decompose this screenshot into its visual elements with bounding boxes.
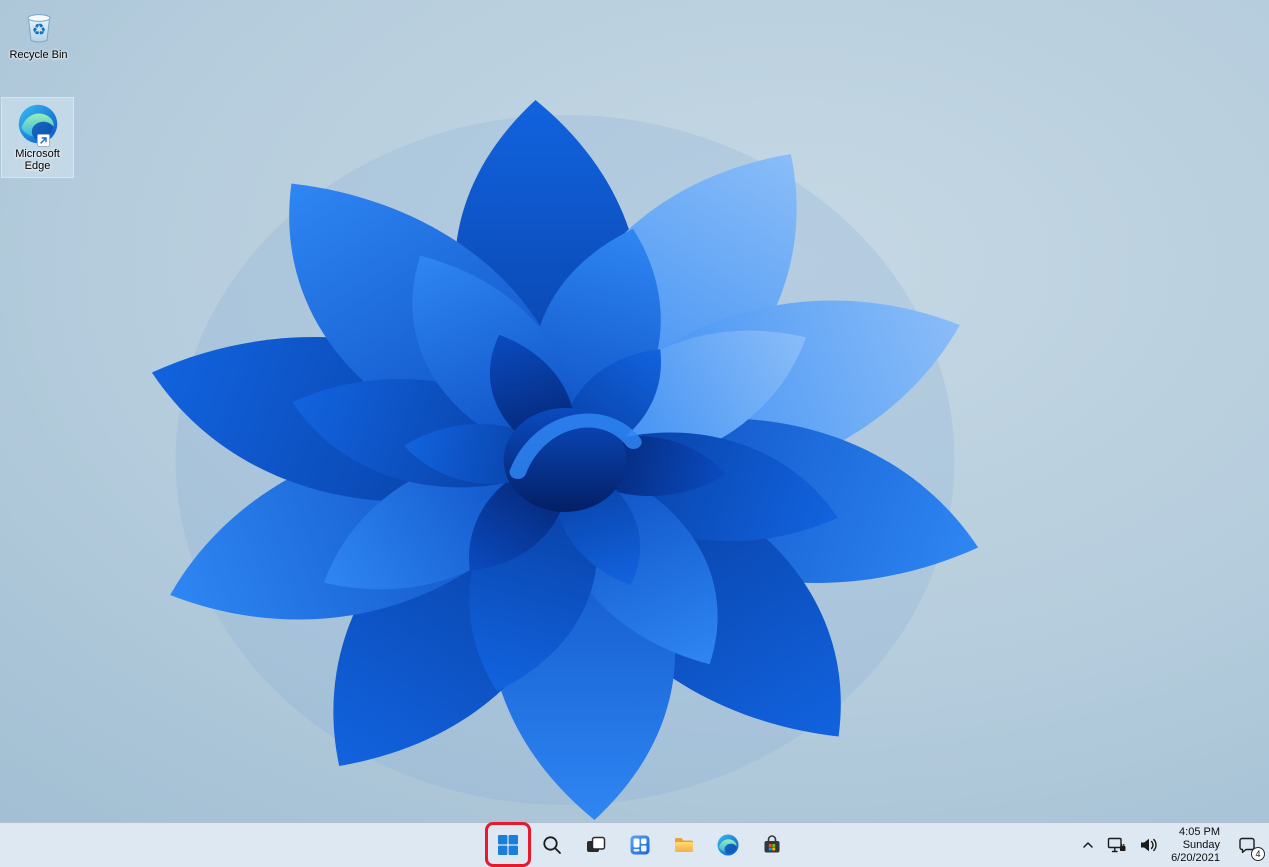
store-button[interactable]: [752, 825, 792, 865]
network-button[interactable]: [1102, 825, 1132, 865]
desktop-icon-label: Microsoft Edge: [15, 148, 60, 172]
svg-text:♻: ♻: [31, 22, 45, 39]
recycle-bin-icon: ♻: [27, 14, 50, 43]
notification-center-button[interactable]: 4: [1228, 825, 1266, 865]
desktop-icon-microsoft-edge[interactable]: Microsoft Edge: [1, 97, 74, 178]
chevron-up-icon: [1083, 842, 1093, 848]
edge-button[interactable]: [708, 825, 748, 865]
edge-shortcut-art: [1, 102, 74, 147]
search-icon: [543, 836, 561, 854]
widgets-button[interactable]: [620, 825, 660, 865]
volume-button[interactable]: [1133, 825, 1163, 865]
desktop-surface[interactable]: ♻ Recycle Bin Microsoft Edge: [0, 0, 1269, 823]
hidden-icons-chevron-button[interactable]: [1075, 825, 1101, 865]
store-icon: [764, 835, 780, 853]
clock-date: 6/20/2021: [1171, 851, 1220, 864]
clock-time: 4:05 PM: [1179, 825, 1220, 838]
system-tray: 4:05 PM Sunday 6/20/2021 4: [1075, 823, 1266, 867]
taskbar-center-buttons: [485, 822, 792, 867]
shortcut-arrow-icon: [36, 134, 50, 147]
windows-start-icon: [498, 835, 518, 855]
desktop-icon-label: Recycle Bin: [9, 49, 68, 61]
file-explorer-button[interactable]: [664, 825, 704, 865]
task-view-button[interactable]: [576, 825, 616, 865]
taskbar: 4:05 PM Sunday 6/20/2021 4: [0, 822, 1269, 867]
start-button[interactable]: [485, 822, 531, 867]
task-view-icon: [587, 836, 606, 852]
search-button[interactable]: [532, 825, 572, 865]
clock-day: Sunday: [1182, 838, 1220, 851]
volume-icon: [1141, 838, 1157, 852]
notification-badge: 4: [1251, 847, 1265, 861]
widgets-icon: [630, 835, 650, 855]
edge-icon: [717, 834, 739, 856]
file-explorer-icon: [675, 838, 693, 852]
wallpaper-bloom-graphic: [151, 100, 979, 820]
desktop-icon-recycle-bin[interactable]: ♻ Recycle Bin: [2, 7, 75, 61]
network-icon: [1107, 837, 1126, 853]
clock[interactable]: 4:05 PM Sunday 6/20/2021: [1164, 825, 1227, 865]
